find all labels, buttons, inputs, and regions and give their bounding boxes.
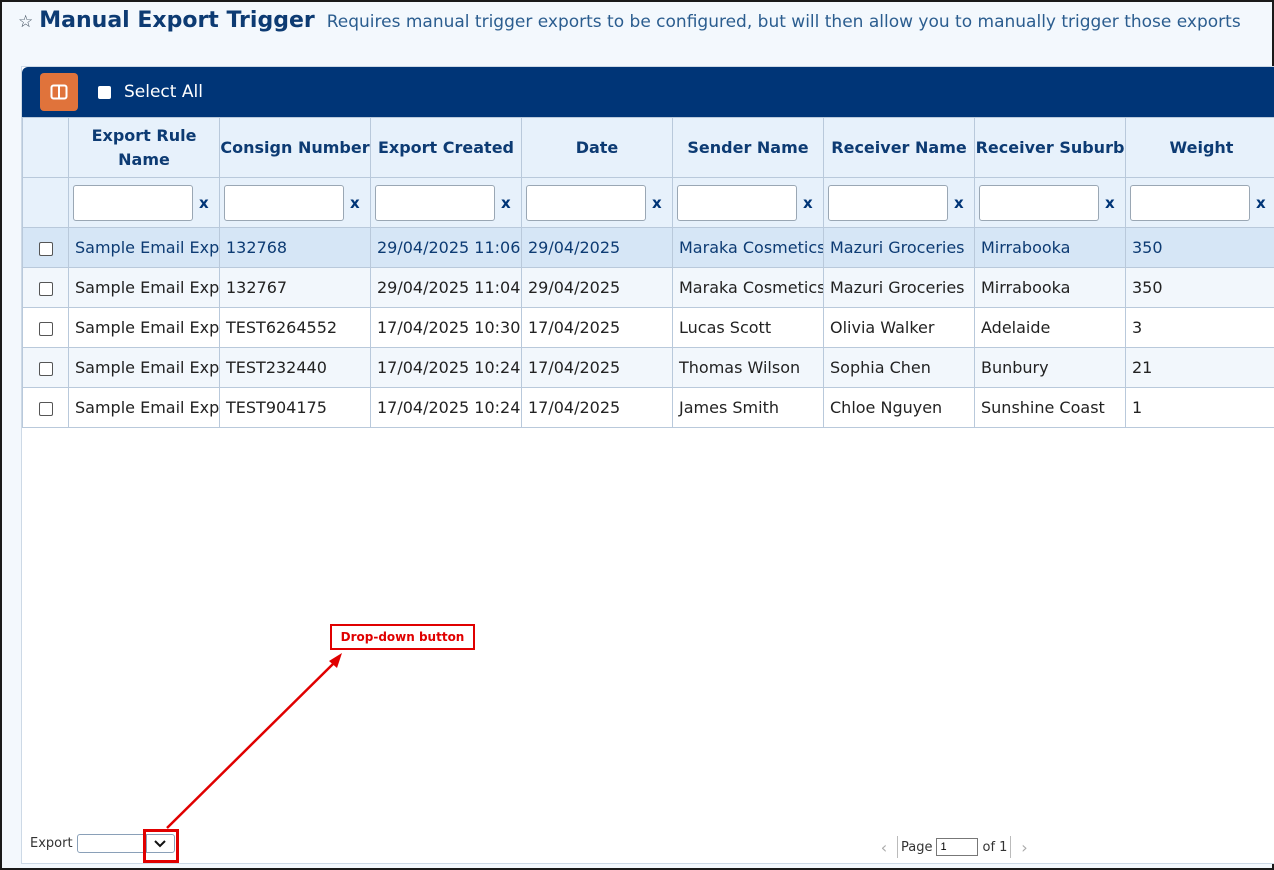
pager-divider — [1010, 836, 1012, 858]
annotation-arrow — [166, 653, 342, 829]
page-label: Page — [901, 839, 933, 855]
page-number-input[interactable] — [936, 838, 979, 856]
pagination: ‹ Page of 1 › — [874, 836, 1034, 858]
app-frame: ☆ Manual Export Trigger Requires manual … — [0, 0, 1274, 870]
pager-divider — [897, 836, 898, 858]
page-count-label: of 1 — [982, 839, 1008, 855]
annotation-callout: Drop-down button — [330, 624, 475, 650]
next-page-icon[interactable]: › — [1014, 838, 1034, 857]
prev-page-icon[interactable]: ‹ — [874, 838, 894, 857]
